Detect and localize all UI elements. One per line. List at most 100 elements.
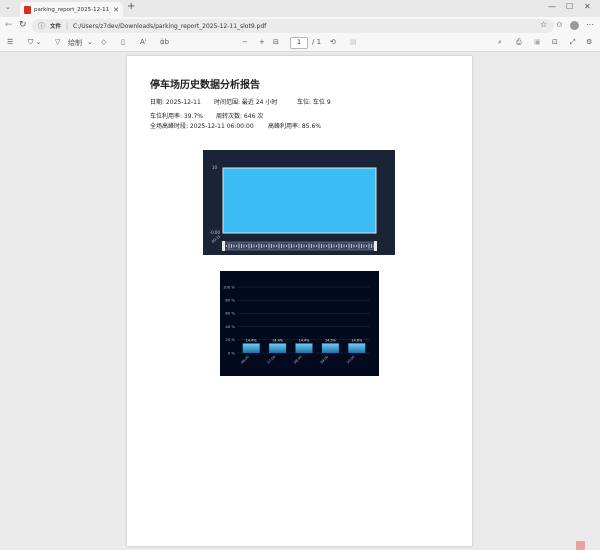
save-as-icon[interactable]: ⊡ — [552, 38, 558, 46]
print-icon[interactable]: ⎙ — [516, 38, 522, 47]
highlight-icon[interactable]: ⛉ ⌄ — [28, 38, 41, 47]
scrollbar-tick — [351, 244, 352, 248]
scrollbar-tick — [348, 243, 350, 249]
favorites-icon[interactable]: ✩ — [556, 20, 563, 29]
reload-icon[interactable]: ↻ — [19, 20, 27, 30]
pdf-icon — [24, 5, 31, 14]
scrollbar-tick — [308, 243, 310, 249]
scrollbar-tick — [246, 245, 247, 247]
page-view-icon[interactable]: ▯ — [121, 38, 125, 46]
draw-dropdown-icon[interactable]: ⌄ — [87, 38, 93, 46]
chip-separator: | — [66, 22, 69, 30]
corner-app-icon[interactable] — [576, 541, 585, 550]
scrollbar-tick — [321, 244, 322, 248]
maximize-icon[interactable]: ☐ — [566, 2, 573, 11]
draw-icon[interactable]: ▽ — [55, 38, 60, 46]
back-icon[interactable]: ← — [5, 20, 13, 30]
bar[interactable] — [321, 343, 339, 353]
scrollbar-tick — [241, 244, 242, 248]
save-icon[interactable]: ▣ — [534, 38, 541, 46]
zoom-in-button[interactable]: + — [259, 38, 265, 46]
bar-xtick-label: 06:00 — [240, 355, 250, 365]
translate-icon[interactable]: ἀb — [160, 38, 169, 46]
zoom-out-button[interactable]: − — [242, 38, 248, 46]
tab-search-icon[interactable]: ⌄ — [5, 3, 11, 11]
minimize-icon[interactable]: — — [548, 2, 556, 11]
contents-icon[interactable]: ☰ — [7, 38, 13, 46]
address-bar[interactable]: ⓘ 文件 | C:/Users/z7dev/Downloads/parking_… — [32, 19, 554, 33]
eraser-icon[interactable]: ◇ — [101, 38, 106, 46]
new-tab-button[interactable]: + — [127, 1, 135, 12]
avatar[interactable] — [570, 21, 579, 30]
url-text[interactable]: C:/Users/z7dev/Downloads/parking_report_… — [73, 23, 266, 30]
scrollbar-tick — [253, 244, 255, 248]
scrollbar-tick — [276, 245, 277, 247]
bookmark-star-icon[interactable]: ☆ — [540, 20, 547, 29]
scrollbar-tick — [318, 243, 320, 249]
report-utilization: 车位利用率: 39.7% — [150, 113, 203, 120]
scrollbar-tick — [333, 244, 335, 248]
heatmap-ytick-top: 10 — [212, 165, 218, 170]
heatmap-scroll-handle-left[interactable] — [222, 241, 225, 251]
close-window-icon[interactable]: ✕ — [584, 2, 591, 11]
scrollbar-tick — [271, 244, 272, 248]
scrollbar-tick — [298, 243, 300, 249]
browser-tab[interactable]: parking_report_2025-12-11_slot9.pdf ✕ — [20, 2, 123, 17]
scrollbar-tick — [288, 243, 290, 249]
scrollbar-tick — [368, 243, 370, 249]
bar-xtick-label: 08:00 — [293, 355, 303, 365]
report-peak-utilization: 高峰利用率: 85.6% — [268, 123, 321, 130]
tab-title: parking_report_2025-12-11_slot9.pdf — [34, 6, 111, 13]
scrollbar-tick — [311, 244, 312, 248]
scrollbar-tick — [303, 244, 305, 248]
file-chip: 文件 — [50, 24, 62, 30]
bar-xtick-label: 09:00 — [319, 355, 329, 365]
scrollbar-tick — [323, 244, 325, 248]
scrollbar-tick — [278, 243, 280, 249]
report-peak-period: 全场高峰时段: 2025-12-11 06:00:00 — [150, 123, 254, 130]
read-aloud-icon[interactable]: A⁾ — [140, 38, 147, 46]
more-menu-icon[interactable]: ⋯ — [586, 20, 594, 29]
scrollbar-tick — [231, 244, 232, 248]
scrollbar-tick — [338, 243, 340, 249]
fit-page-icon[interactable]: ⊟ — [273, 38, 279, 46]
bar[interactable] — [269, 343, 287, 353]
rotate-icon[interactable]: ⟲ — [330, 38, 336, 46]
scrollbar-tick — [236, 245, 237, 247]
scrollbar-tick — [293, 244, 295, 248]
scrollbar-tick — [356, 245, 357, 247]
fullscreen-icon[interactable]: ⤢ — [570, 38, 576, 47]
close-tab-icon[interactable]: ✕ — [113, 6, 119, 14]
report-slot: 车位: 车位 9 — [297, 99, 331, 106]
bar[interactable] — [242, 343, 260, 353]
scrollbar-tick — [238, 243, 240, 249]
bar[interactable] — [295, 343, 313, 353]
scrollbar-tick — [281, 244, 282, 248]
heatmap-chart: 10 -0.00 09:15 — [203, 150, 395, 255]
scrollbar-tick — [256, 245, 257, 247]
scrollbar-tick — [326, 245, 327, 247]
bar-ytick-label: 0 % — [228, 350, 236, 355]
two-page-icon[interactable]: ▤ — [350, 38, 357, 46]
info-icon[interactable]: ⓘ — [38, 21, 45, 31]
scrollbar-tick — [258, 243, 260, 249]
bar-ytick-label: 20 % — [225, 337, 235, 342]
scrollbar-tick — [358, 243, 360, 249]
scrollbar-tick — [226, 245, 227, 247]
settings-icon[interactable]: ⚙ — [586, 38, 592, 46]
draw-label[interactable]: 绘制 — [68, 38, 82, 48]
address-row: ← ↻ ⓘ 文件 | C:/Users/z7dev/Downloads/park… — [0, 17, 600, 35]
bar-ytick-label: 40 % — [225, 324, 235, 329]
report-time-range: 时间范围: 最近 24 小时 — [214, 99, 278, 106]
scrollbar-tick — [353, 244, 355, 248]
bar-chart-bars: 14.4% 06:00 14.4% 07:00 14.4% 08:00 14.5% 09:00… — [240, 338, 366, 365]
bar-ytick-label: 80 % — [225, 298, 235, 303]
bar[interactable] — [348, 343, 366, 353]
bar-value-label: 14.4% — [246, 338, 258, 342]
scrollbar-tick — [301, 244, 302, 248]
search-icon[interactable]: ⌕ — [498, 38, 502, 47]
scrollbar-tick — [268, 243, 270, 249]
heatmap-scroll-handle-right[interactable] — [374, 241, 377, 251]
scrollbar-tick — [291, 244, 292, 248]
page-number-input[interactable]: 1 — [290, 37, 308, 49]
